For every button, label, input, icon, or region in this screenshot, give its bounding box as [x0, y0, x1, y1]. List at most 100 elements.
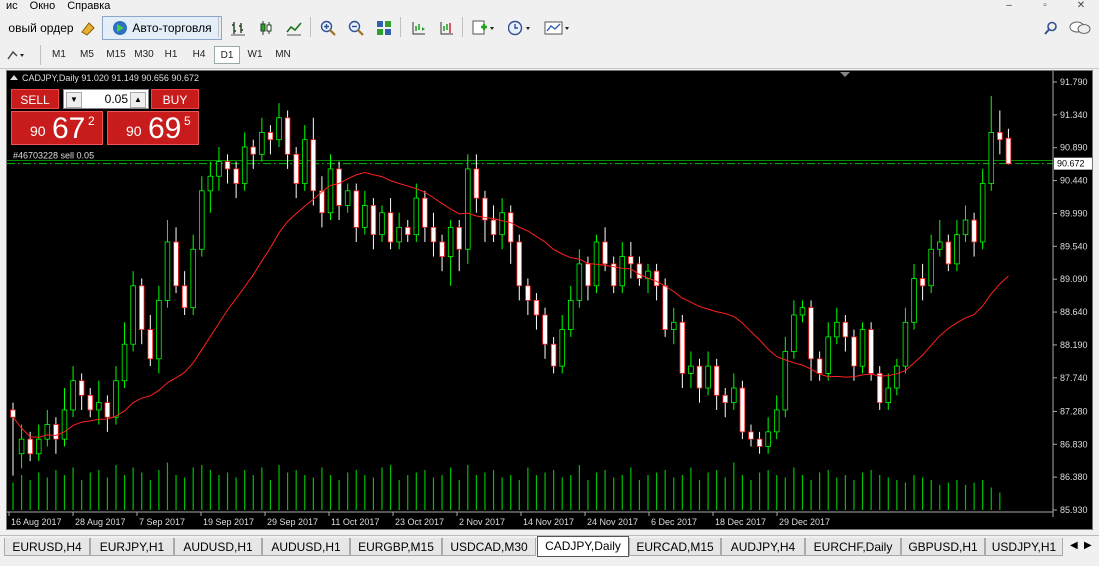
price-axis-label: 89.990 [1060, 208, 1088, 218]
tab-scroll-right-icon[interactable]: ▶ [1084, 540, 1092, 551]
timeframe-h4[interactable]: H4 [186, 46, 212, 64]
new-order-button[interactable]: овый ордер [0, 16, 82, 40]
chart-shift-icon[interactable] [406, 16, 430, 40]
tab-audusd-h1[interactable]: AUDUSD,H1 [174, 538, 262, 556]
candle-body [465, 168, 471, 250]
line-chart-icon[interactable] [282, 16, 306, 40]
candle-body [207, 175, 214, 192]
candle-body [765, 431, 771, 447]
candle-body [636, 263, 643, 279]
chat-icon[interactable] [1066, 16, 1094, 40]
periods-icon[interactable] [504, 16, 536, 40]
candle-body [576, 263, 583, 301]
candle-body [842, 321, 849, 338]
tab-eurcad-m15[interactable]: EURCAD,M15 [629, 538, 721, 556]
candle-body [533, 299, 540, 316]
candlestick-icon[interactable] [254, 16, 278, 40]
auto-trading-button[interactable]: Авто-торговля [102, 16, 222, 40]
candle-body [404, 226, 411, 236]
candle-body [344, 190, 351, 206]
candle-body [130, 285, 136, 345]
candle-body [748, 431, 754, 440]
timeframe-m15[interactable]: M15 [102, 46, 130, 64]
timeframe-h1[interactable]: H1 [158, 46, 184, 64]
candle-body [302, 139, 308, 184]
chart-window[interactable]: #46703228 sell 0.05 91.790 91.340 90.890 90… [6, 70, 1093, 530]
lot-decrease-icon[interactable]: ▼ [66, 92, 82, 108]
close-icon[interactable]: ✕ [1063, 0, 1099, 13]
lot-size-input[interactable]: ▼ 0.05 ▲ [63, 89, 149, 109]
tab-usdjpy-h1[interactable]: USDJPY,H1 [985, 538, 1063, 556]
tab-gbpusd-h1[interactable]: GBPUSD,H1 [901, 538, 985, 556]
sell-price-button[interactable]: 90 67 2 [11, 111, 103, 145]
minimize-icon[interactable]: – [991, 0, 1027, 13]
candle-body [379, 212, 385, 236]
candle-body [894, 365, 900, 389]
candle-body [516, 241, 523, 287]
timeframe-mn[interactable]: MN [270, 46, 296, 64]
candle-body [250, 146, 257, 155]
tab-usdcad-m30[interactable]: USDCAD,M30 [442, 538, 536, 556]
menu-bar: ис Окно Справка – ▫ ✕ [0, 0, 1099, 13]
timeframe-d1[interactable]: D1 [214, 46, 240, 64]
candle-body [27, 438, 33, 455]
auto-scroll-icon[interactable] [434, 16, 458, 40]
tab-eurjpy-h1[interactable]: EURJPY,H1 [90, 538, 174, 556]
lot-size-value[interactable]: 0.05 [82, 90, 130, 108]
time-axis-label: 16 Aug 2017 [11, 517, 62, 527]
candle-body [602, 241, 608, 265]
menu-item-window[interactable]: Окно [24, 0, 62, 13]
price-axis-label: 87.280 [1060, 406, 1088, 416]
timeframe-w1[interactable]: W1 [242, 46, 268, 64]
menu-item-help[interactable]: Справка [61, 0, 116, 13]
time-axis-label: 24 Nov 2017 [587, 517, 638, 527]
indicators-icon[interactable] [468, 16, 500, 40]
candle-body [739, 387, 746, 433]
candle-body [559, 329, 565, 367]
drawing-tools-icon[interactable] [4, 46, 32, 64]
candle-body [971, 219, 977, 243]
lot-increase-icon[interactable]: ▲ [130, 92, 146, 108]
buy-price-button[interactable]: 90 69 5 [107, 111, 199, 145]
candle-body [670, 321, 677, 330]
sell-button[interactable]: SELL [11, 89, 59, 109]
candle-body [370, 205, 377, 236]
tab-eurgbp-m15[interactable]: EURGBP,M15 [350, 538, 442, 556]
restore-icon[interactable]: ▫ [1027, 0, 1063, 13]
order-label: #46703228 sell 0.05 [13, 151, 94, 161]
candle-body [181, 285, 188, 309]
price-axis-label: 86.380 [1060, 472, 1088, 482]
price-axis-label: 86.830 [1060, 439, 1088, 449]
candle-body [353, 190, 360, 228]
auto-trading-icon [113, 21, 128, 35]
candle-body [138, 285, 145, 330]
tab-eurusd-h4[interactable]: EURUSD,H4 [4, 538, 90, 556]
templates-icon[interactable] [540, 16, 576, 40]
metaeditor-icon[interactable] [76, 16, 100, 40]
zoom-in-icon[interactable] [316, 16, 340, 40]
buy-button[interactable]: BUY [151, 89, 199, 109]
candle-body [78, 380, 85, 396]
tab-scroll-left-icon[interactable]: ◀ [1070, 540, 1078, 551]
tab-cadjpy-daily[interactable]: CADJPY,Daily [537, 536, 629, 557]
menu-item-service[interactable]: ис [0, 0, 24, 13]
zoom-out-icon[interactable] [344, 16, 368, 40]
timeframe-m5[interactable]: M5 [74, 46, 100, 64]
tile-windows-icon[interactable] [372, 16, 396, 40]
time-axis-label: 19 Sep 2017 [203, 517, 254, 527]
tab-audusd-h1-2[interactable]: AUDUSD,H1 [262, 538, 350, 556]
bar-chart-icon[interactable] [226, 16, 250, 40]
price-axis-label: 85.930 [1060, 505, 1088, 515]
timeframe-m30[interactable]: M30 [130, 46, 158, 64]
timeframe-m1[interactable]: M1 [46, 46, 72, 64]
candle-body [834, 321, 840, 338]
tab-eurchf-daily[interactable]: EURCHF,Daily [805, 538, 901, 556]
time-axis-label: 23 Oct 2017 [395, 517, 444, 527]
search-icon[interactable] [1040, 16, 1062, 40]
candle-body [653, 270, 660, 287]
tab-audjpy-h4[interactable]: AUDJPY,H4 [721, 538, 805, 556]
candle-body [173, 241, 179, 287]
shift-marker-icon [840, 72, 850, 77]
time-axis-label: 7 Sep 2017 [139, 517, 185, 527]
price-axis-label: 87.740 [1060, 373, 1088, 383]
